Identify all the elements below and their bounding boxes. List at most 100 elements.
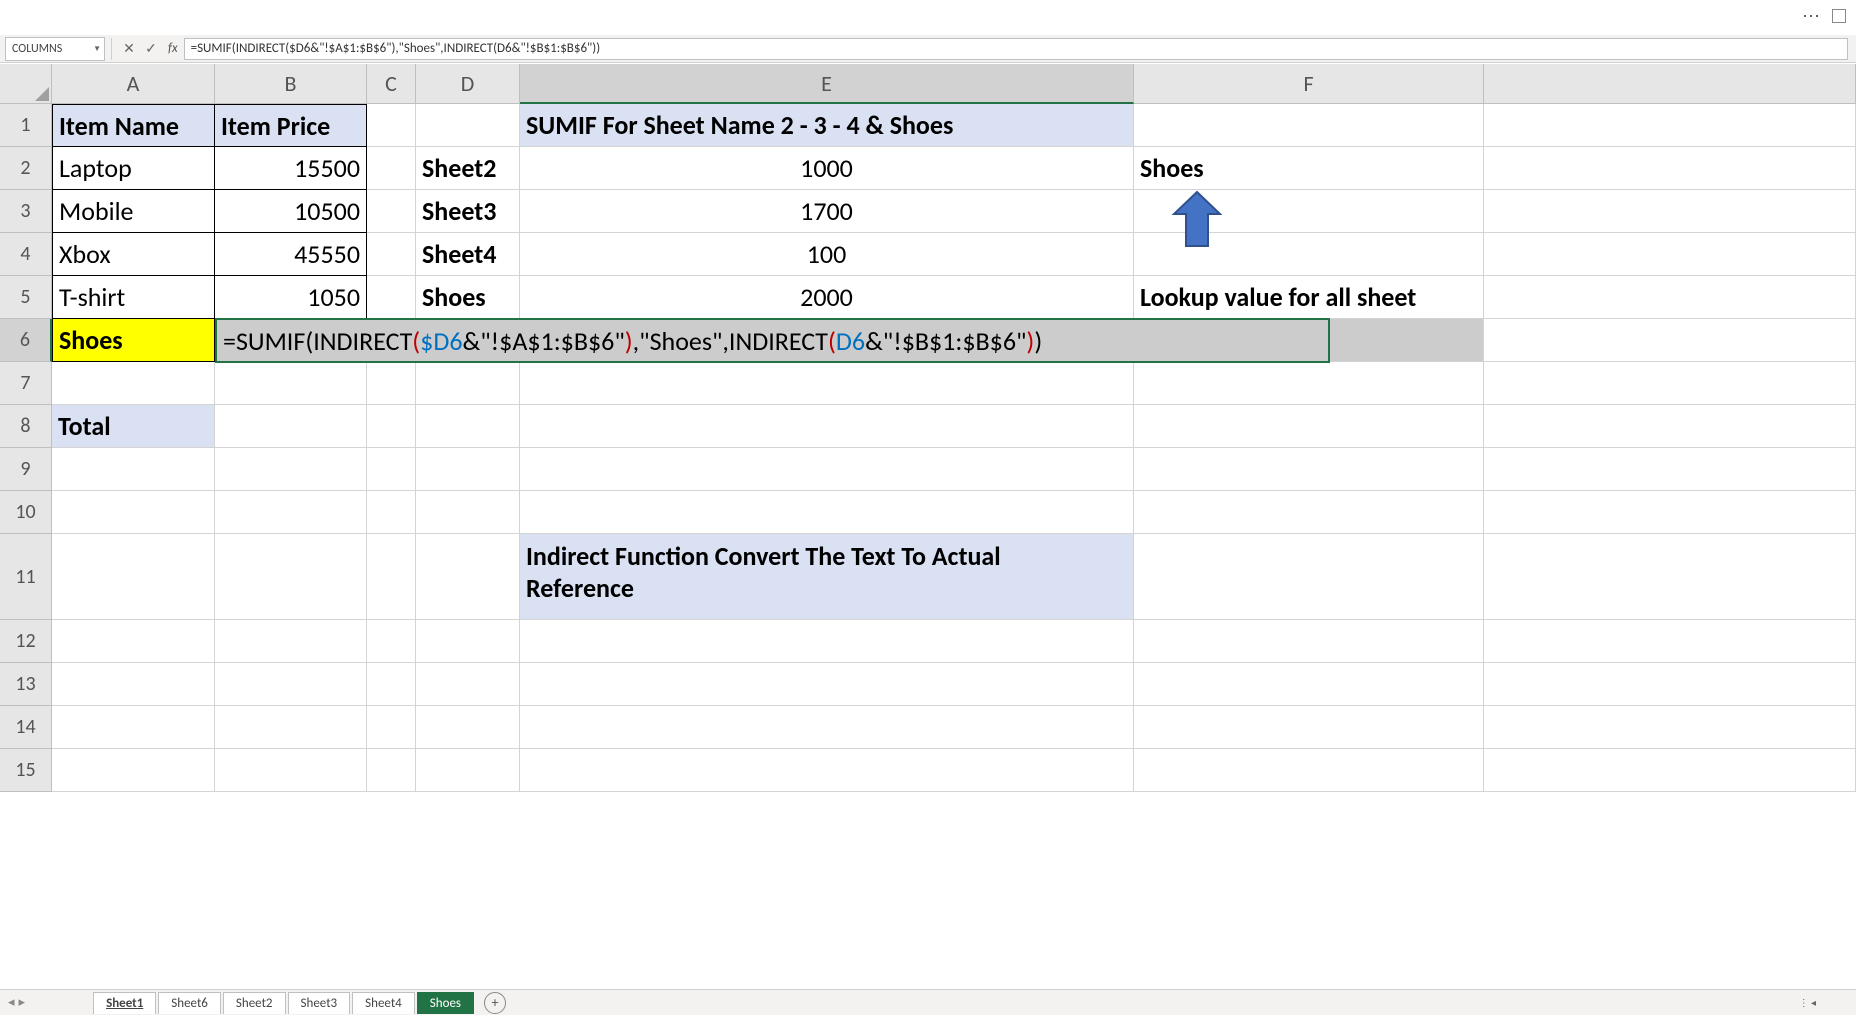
cell-F13[interactable] — [1134, 663, 1484, 706]
cell-B2[interactable]: 15500 — [215, 147, 367, 190]
row-header[interactable]: 15 — [0, 749, 52, 792]
row-header[interactable]: 3 — [0, 190, 52, 233]
cell-G2[interactable] — [1484, 147, 1856, 190]
cell-D4[interactable]: Sheet4 — [416, 233, 520, 276]
cell-A15[interactable] — [52, 749, 215, 792]
cell-E13[interactable] — [520, 663, 1134, 706]
cell-B4[interactable]: 45550 — [215, 233, 367, 276]
cell-C3[interactable] — [367, 190, 416, 233]
cell-D15[interactable] — [416, 749, 520, 792]
cell-D1[interactable] — [416, 104, 520, 147]
cell-F15[interactable] — [1134, 749, 1484, 792]
select-all-corner[interactable] — [0, 64, 52, 104]
cell-G8[interactable] — [1484, 405, 1856, 448]
cell-B10[interactable] — [215, 491, 367, 534]
cell-B1[interactable]: Item Price — [215, 104, 367, 147]
col-header-A[interactable]: A — [52, 64, 215, 104]
col-header-B[interactable]: B — [215, 64, 367, 104]
tab-next-icon[interactable]: ▸ — [19, 995, 26, 1010]
sheet-tab[interactable]: Sheet3 — [288, 992, 351, 1014]
cell-G3[interactable] — [1484, 190, 1856, 233]
more-icon[interactable]: ⋯ — [1802, 5, 1822, 27]
col-header-E[interactable]: E — [520, 64, 1134, 104]
tab-nav[interactable]: ◂ ▸ — [0, 995, 33, 1010]
row-header[interactable]: 6 — [0, 319, 52, 362]
cell-A9[interactable] — [52, 448, 215, 491]
cell-G5[interactable] — [1484, 276, 1856, 319]
cell-E4[interactable]: 100 — [520, 233, 1134, 276]
cell-F8[interactable] — [1134, 405, 1484, 448]
cell-G14[interactable] — [1484, 706, 1856, 749]
cell-F12[interactable] — [1134, 620, 1484, 663]
cell-C4[interactable] — [367, 233, 416, 276]
cell-C7[interactable] — [367, 362, 416, 405]
cell-B8[interactable] — [215, 405, 367, 448]
sheet-tab[interactable]: Sheet4 — [352, 992, 415, 1014]
cell-D7[interactable] — [416, 362, 520, 405]
cell-E5[interactable]: 2000 — [520, 276, 1134, 319]
cell-A12[interactable] — [52, 620, 215, 663]
cell-B14[interactable] — [215, 706, 367, 749]
cell-C8[interactable] — [367, 405, 416, 448]
cell-E10[interactable] — [520, 491, 1134, 534]
cell-D5[interactable]: Shoes — [416, 276, 520, 319]
cell-D13[interactable] — [416, 663, 520, 706]
cell-C15[interactable] — [367, 749, 416, 792]
row-header[interactable]: 4 — [0, 233, 52, 276]
cell-A3[interactable]: Mobile — [52, 190, 215, 233]
cell-A13[interactable] — [52, 663, 215, 706]
cell-E11[interactable]: Indirect Function Convert The Text To Ac… — [520, 534, 1134, 620]
cell-A10[interactable] — [52, 491, 215, 534]
chevron-down-icon[interactable]: ▼ — [93, 44, 101, 54]
cell-C5[interactable] — [367, 276, 416, 319]
cell-G1[interactable] — [1484, 104, 1856, 147]
cell-A2[interactable]: Laptop — [52, 147, 215, 190]
cell-D14[interactable] — [416, 706, 520, 749]
row-header[interactable]: 10 — [0, 491, 52, 534]
cell-F3[interactable] — [1134, 190, 1484, 233]
cell-A4[interactable]: Xbox — [52, 233, 215, 276]
cell-E1[interactable]: SUMIF For Sheet Name 2 - 3 - 4 & Shoes — [520, 104, 1134, 147]
cell-F7[interactable] — [1134, 362, 1484, 405]
cell-F9[interactable] — [1134, 448, 1484, 491]
cell-F10[interactable] — [1134, 491, 1484, 534]
cell-D3[interactable]: Sheet3 — [416, 190, 520, 233]
cell-C14[interactable] — [367, 706, 416, 749]
confirm-button[interactable]: ✓ — [140, 38, 162, 60]
sheet-tab[interactable]: Sheet6 — [158, 992, 221, 1014]
col-header-F[interactable]: F — [1134, 64, 1484, 104]
cell-C2[interactable] — [367, 147, 416, 190]
cell-F1[interactable] — [1134, 104, 1484, 147]
cell-B12[interactable] — [215, 620, 367, 663]
cell-F4[interactable] — [1134, 233, 1484, 276]
row-header[interactable]: 7 — [0, 362, 52, 405]
row-header[interactable]: 9 — [0, 448, 52, 491]
cell-C13[interactable] — [367, 663, 416, 706]
sheet-tab[interactable]: Sheet2 — [223, 992, 286, 1014]
cell-C11[interactable] — [367, 534, 416, 620]
cell-C10[interactable] — [367, 491, 416, 534]
cell-A14[interactable] — [52, 706, 215, 749]
cell-B9[interactable] — [215, 448, 367, 491]
tab-prev-icon[interactable]: ◂ — [8, 995, 15, 1010]
cell-edit-area[interactable]: =SUMIF(INDIRECT($D6&"!$A$1:$B$6"),"Shoes… — [215, 318, 1330, 363]
cell-F11[interactable] — [1134, 534, 1484, 620]
cell-F5[interactable]: Lookup value for all sheet — [1134, 276, 1484, 319]
sheet-tab[interactable]: Sheet1 — [93, 992, 156, 1014]
cell-E12[interactable] — [520, 620, 1134, 663]
cell-G11[interactable] — [1484, 534, 1856, 620]
cell-G9[interactable] — [1484, 448, 1856, 491]
col-header-D[interactable]: D — [416, 64, 520, 104]
cell-E14[interactable] — [520, 706, 1134, 749]
cell-C12[interactable] — [367, 620, 416, 663]
cell-B5[interactable]: 1050 — [215, 276, 367, 319]
cell-G4[interactable] — [1484, 233, 1856, 276]
cell-B3[interactable]: 10500 — [215, 190, 367, 233]
cancel-button[interactable]: ✕ — [118, 38, 140, 60]
row-header[interactable]: 8 — [0, 405, 52, 448]
cell-G12[interactable] — [1484, 620, 1856, 663]
cell-F14[interactable] — [1134, 706, 1484, 749]
cell-F2[interactable]: Shoes — [1134, 147, 1484, 190]
cell-G13[interactable] — [1484, 663, 1856, 706]
row-header[interactable]: 14 — [0, 706, 52, 749]
